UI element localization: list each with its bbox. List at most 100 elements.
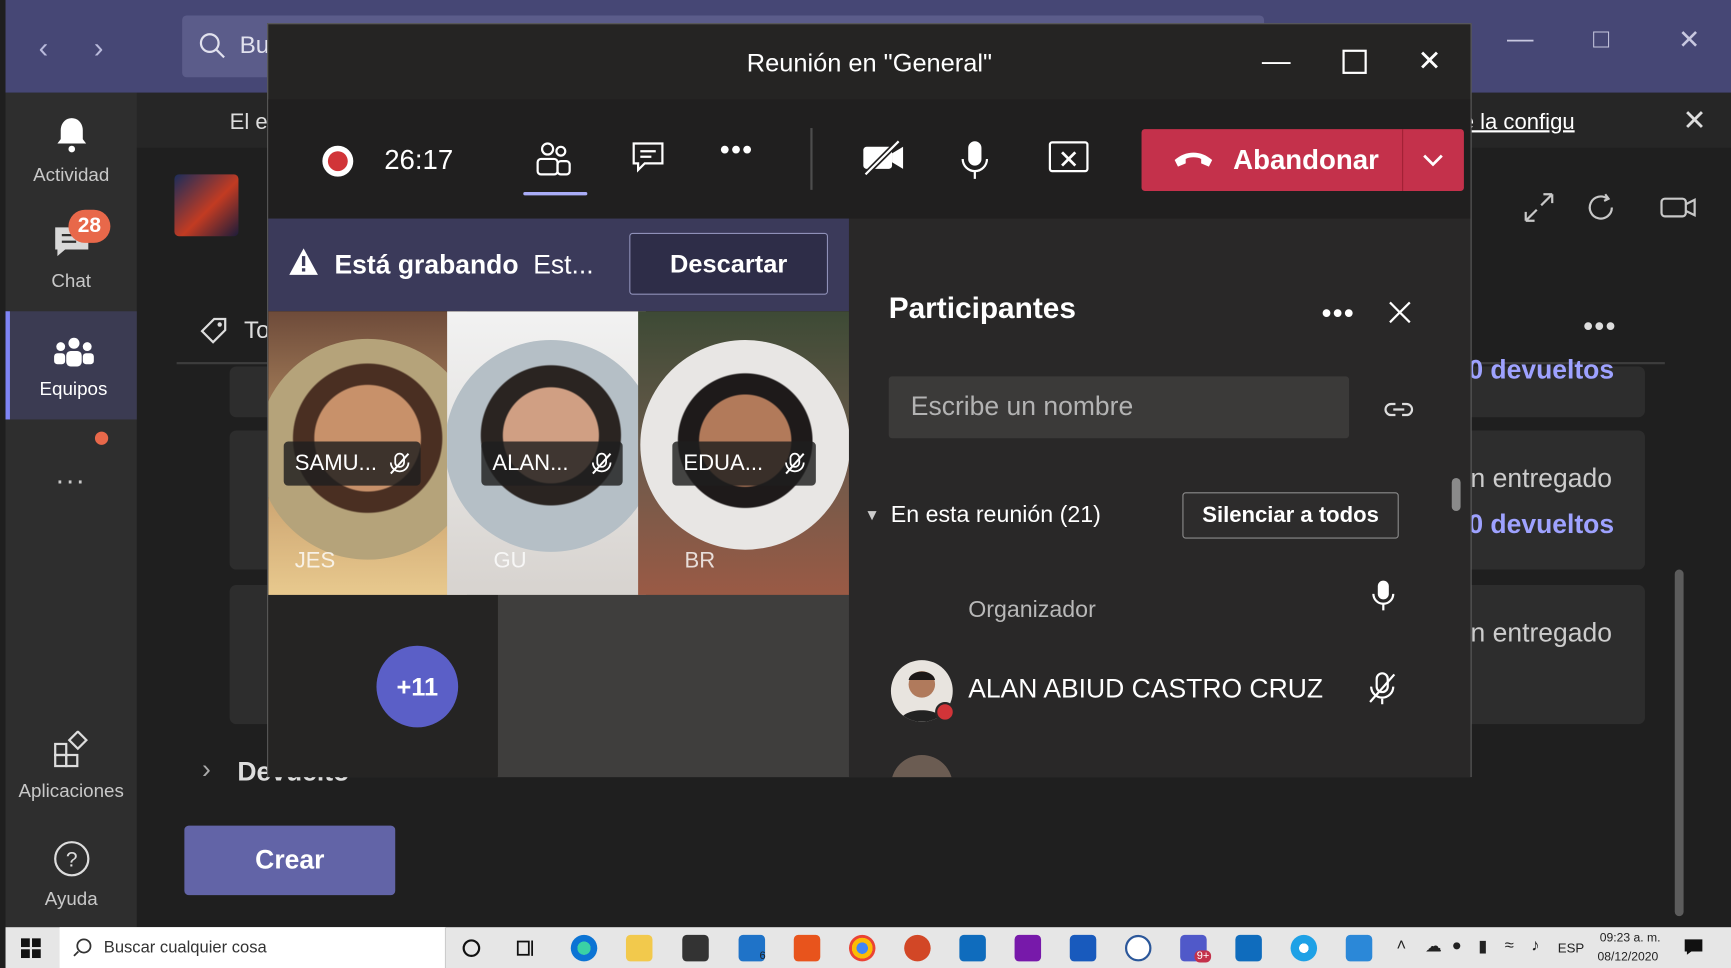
recording-notice: Está grabando Est... Descartar [268,218,849,312]
participants-title: Participantes [888,291,1076,325]
onenote-icon[interactable] [1014,934,1042,962]
forward-icon[interactable]: › [94,31,104,65]
returned-count: 0 devueltos [1468,509,1615,540]
tab-partial[interactable]: To [244,316,270,345]
refresh-icon[interactable] [1583,190,1618,225]
leave-button[interactable]: Abandonar [1141,129,1464,191]
muted-mic-icon [591,452,612,475]
mute-all-button[interactable]: Silenciar a todos [1182,492,1399,539]
more-options-icon[interactable]: ••• [1583,309,1616,343]
cortana-icon[interactable] [461,938,481,958]
panel-scrollbar[interactable] [1451,477,1461,512]
muted-mic-icon[interactable] [1366,671,1399,706]
office-icon[interactable] [793,934,821,962]
taskbar-search[interactable]: Buscar cualquier cosa [59,927,447,968]
notifications-icon[interactable] [1682,936,1704,958]
battery-icon[interactable]: ▮ [1478,936,1487,956]
microphone-icon[interactable] [958,139,991,181]
clock-time[interactable]: 09:23 a. m. [1600,932,1661,945]
camera-off-icon[interactable] [861,139,905,177]
whiteboard-icon[interactable] [1235,934,1262,962]
meeting-maximize-icon[interactable] [1341,49,1367,75]
app-icon-2[interactable] [1345,934,1373,962]
recording-title: Está grabando [334,250,519,281]
meeting-window: Reunión en "General" — ✕ 26:17 ••• Aband… [267,23,1472,778]
participant-name: SAMU... [294,451,377,476]
recording-icon [322,145,354,177]
active-tab-indicator [523,192,588,196]
task-view-icon[interactable] [516,937,538,959]
volume-icon[interactable]: ♪ [1531,936,1539,955]
word-icon[interactable] [1069,934,1097,962]
back-icon[interactable]: ‹ [39,31,49,65]
banner-link[interactable]: e la configu [1462,110,1575,135]
close-icon[interactable]: ✕ [1678,24,1700,56]
meet-now-icon[interactable] [1658,190,1698,225]
outlook-icon[interactable] [959,934,986,962]
notification-dot [94,431,109,445]
clock-date[interactable]: 08/12/2020 [1597,950,1658,963]
meeting-minimize-icon[interactable]: — [1262,44,1291,78]
participants-icon[interactable] [534,139,572,179]
participant-name-hidden: GU [493,548,527,573]
meeting-controls: 26:17 ••• Abandonar [268,99,1471,219]
bell-icon [56,118,86,153]
returned-count: 0 devueltos [1468,355,1615,386]
ie-icon[interactable] [1290,934,1318,962]
banner-close-icon[interactable]: ✕ [1682,104,1706,138]
participant-name: ALAN... [492,451,569,476]
apps-icon [53,729,88,768]
meeting-close-icon[interactable]: ✕ [1418,44,1442,78]
search-icon [73,938,92,957]
create-button[interactable]: Crear [184,825,396,896]
rail-item-more[interactable]: ... [6,457,137,491]
edge-icon[interactable] [570,934,598,962]
in-meeting-section[interactable]: ▼ En esta reunión (21) [864,502,1100,528]
muted-mic-icon [389,452,410,475]
language-indicator[interactable]: ESP [1558,940,1585,955]
chevron-down-icon[interactable] [1420,147,1446,173]
onedrive-icon[interactable]: ☁ [1425,936,1442,956]
team-avatar [174,174,239,237]
panel-more-icon[interactable]: ••• [1321,296,1354,330]
windows-start-icon[interactable] [20,938,41,959]
minimize-icon[interactable]: — [1507,24,1533,55]
recording-text: Est... [533,250,594,281]
store-icon[interactable] [682,934,709,962]
meeting-timer: 26:17 [384,144,454,176]
leave-label: Abandonar [1233,144,1379,176]
rail-item-help[interactable]: ? Ayuda [6,839,137,911]
scrollbar[interactable] [1674,569,1684,917]
participant-name[interactable]: ALAN ABIUD CASTRO CRUZ [968,674,1323,705]
app-icon[interactable] [1124,934,1152,962]
rail-item-activity[interactable]: Actividad [6,115,137,187]
panel-close-icon[interactable] [1388,300,1412,324]
mic-tray-icon[interactable]: ● [1452,936,1462,955]
more-actions-icon[interactable]: ••• [720,132,753,166]
file-explorer-icon[interactable] [625,934,653,962]
overflow-area: +11 [268,594,498,778]
share-link-icon[interactable] [1383,395,1414,421]
chevron-right-icon[interactable]: › [202,755,211,786]
expand-icon[interactable] [1521,190,1556,225]
rail-item-apps[interactable]: Aplicaciones [6,729,137,803]
participant-search-input[interactable] [888,376,1350,439]
participant-name-hidden: BR [684,548,716,573]
wifi-icon[interactable]: ≈ [1505,936,1514,955]
banner-text: El e [229,110,268,135]
show-hidden-icons[interactable]: ˄ [1397,936,1407,955]
tag-icon [200,317,227,344]
more-participants-button[interactable]: +11 [376,645,459,728]
participant-nametag: EDUA... [672,441,816,486]
dismiss-button[interactable]: Descartar [629,232,828,295]
chat-conversation-icon[interactable] [630,139,665,174]
rail-label: Equipos [39,378,108,400]
chrome-icon[interactable] [848,934,876,962]
rail-item-teams[interactable]: Equipos [5,311,137,420]
powerpoint-icon[interactable] [904,934,931,962]
stop-sharing-icon[interactable] [1048,139,1090,179]
maximize-icon[interactable]: □ [1593,24,1609,55]
hang-up-icon [1174,152,1213,167]
status-badge [935,702,955,722]
rail-label: Chat [51,270,92,292]
